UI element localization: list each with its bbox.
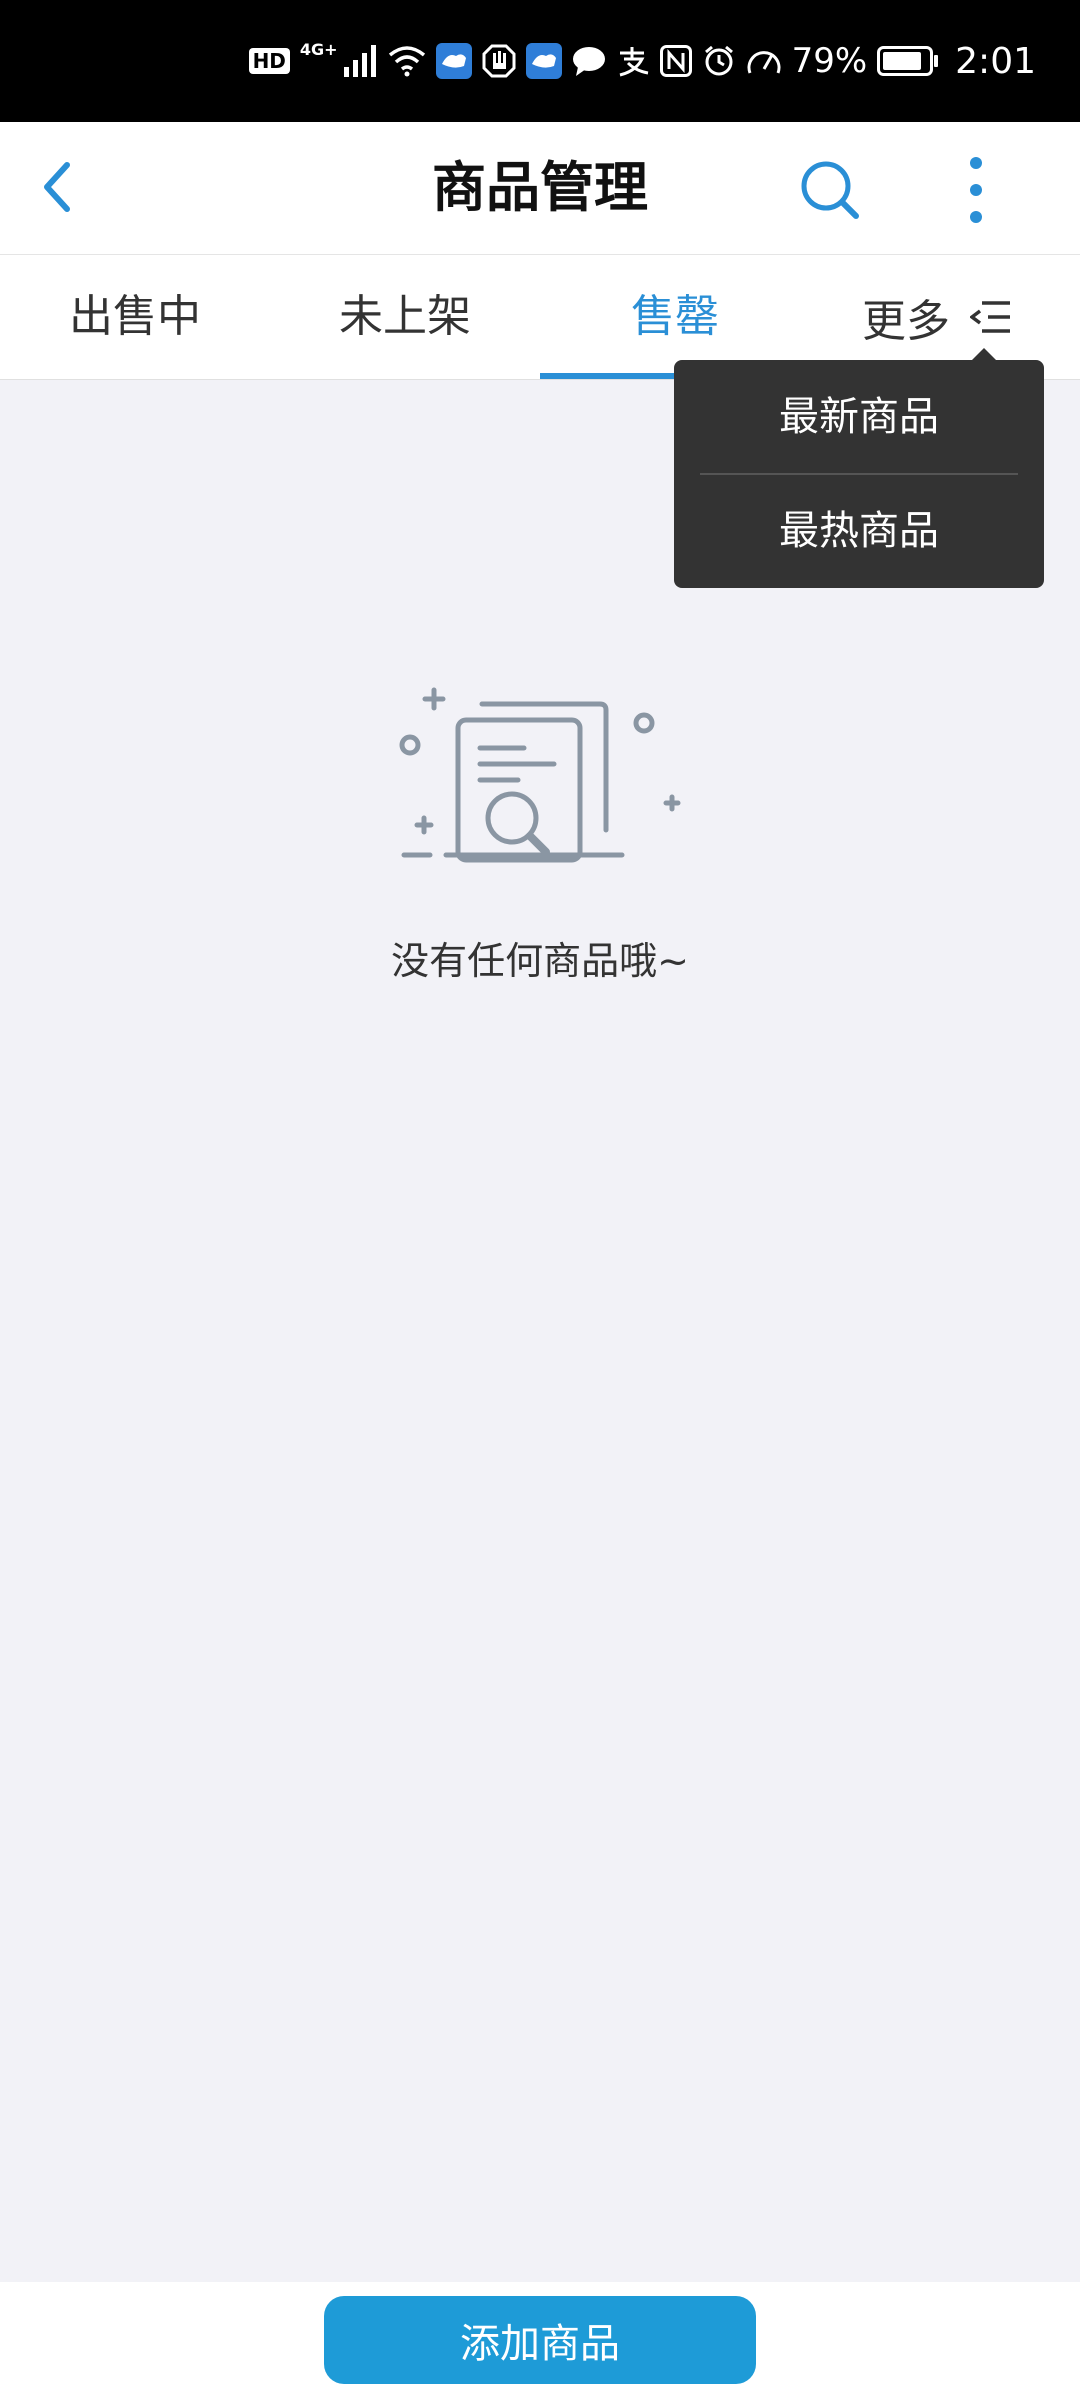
- app-notification-icon: [525, 43, 562, 79]
- hand-icon: [482, 44, 516, 78]
- tab-more-label: 更多: [862, 296, 950, 347]
- network-type: 4G+: [299, 39, 338, 59]
- sort-popup-menu: 最新商品 最热商品: [674, 360, 1044, 588]
- add-product-button[interactable]: 添加商品: [324, 2296, 756, 2384]
- message-icon: [572, 45, 606, 77]
- status-icons: HD 4G+ 79% 2:01: [248, 0, 1036, 122]
- alipay-icon: [616, 45, 650, 77]
- more-vertical-icon: [970, 157, 982, 223]
- tab-on-sale[interactable]: 出售中: [0, 255, 270, 379]
- sort-menu-icon: [970, 301, 1010, 333]
- app-notification-icon: [435, 43, 472, 79]
- menu-item-newest[interactable]: 最新商品: [674, 360, 1044, 474]
- wifi-icon: [388, 45, 426, 77]
- chevron-left-icon: [44, 162, 70, 212]
- search-icon: [801, 161, 859, 219]
- signal-icon: [343, 45, 378, 77]
- bottom-bar: 添加商品: [0, 2282, 1080, 2400]
- battery-icon: [877, 46, 939, 76]
- search-button[interactable]: [794, 154, 866, 226]
- header: 商品管理: [0, 122, 1080, 255]
- empty-message: 没有任何商品哦~: [391, 939, 689, 983]
- status-bar: HD 4G+ 79% 2:01: [0, 0, 1080, 122]
- more-options-button[interactable]: [940, 150, 1012, 230]
- hd-icon: HD: [248, 48, 290, 74]
- menu-item-hottest[interactable]: 最热商品: [674, 474, 1044, 588]
- document-search-icon: [390, 670, 690, 880]
- page-title: 商品管理: [432, 156, 648, 219]
- battery-percent: 79%: [791, 41, 868, 81]
- speedometer-icon: [746, 45, 782, 77]
- alarm-icon: [702, 44, 736, 78]
- back-button[interactable]: [22, 152, 92, 222]
- tab-not-listed[interactable]: 未上架: [270, 255, 540, 379]
- clock: 2:01: [955, 40, 1036, 82]
- nfc-icon: [659, 45, 692, 77]
